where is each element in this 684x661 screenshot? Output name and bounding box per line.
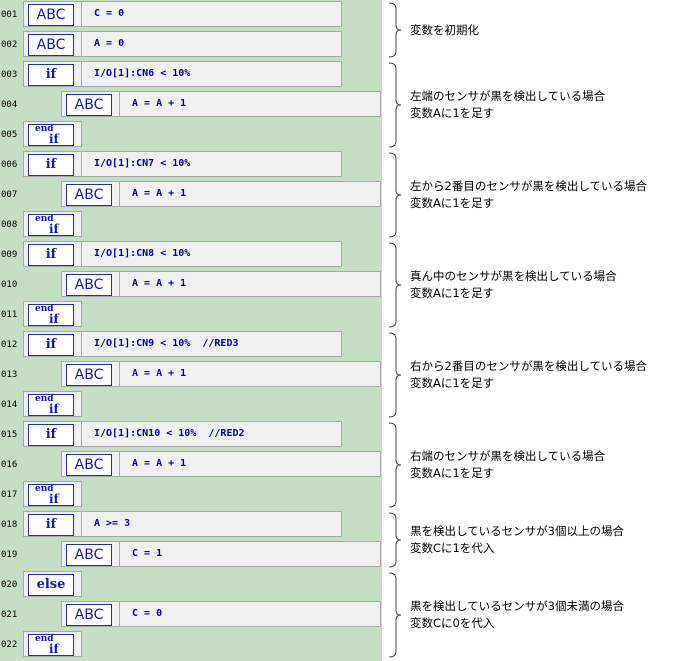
curly-brace	[388, 512, 402, 568]
annotation-line: 右から2番目のセンサが黒を検出している場合	[410, 359, 647, 373]
annotation-line: 黒を検出しているセンサが3個未満の場合	[410, 599, 624, 613]
annotation-line: 変数Aに1を足す	[410, 286, 495, 300]
annotation-line: 変数を初期化	[410, 23, 479, 37]
annotation-text: 左から2番目のセンサが黒を検出している場合 変数Aに1を足す	[410, 178, 647, 212]
curly-brace	[388, 332, 402, 418]
annotation-text: 左端のセンサが黒を検出している場合 変数Aに1を足す	[410, 88, 605, 122]
annotation-text: 黒を検出しているセンサが3個未満の場合 変数Cに0を代入	[410, 598, 624, 632]
annotation-text: 黒を検出しているセンサが3個以上の場合 変数Cに1を代入	[410, 523, 624, 557]
annotation-text: 真ん中のセンサが黒を検出している場合 変数Aに1を足す	[410, 268, 617, 302]
annotation-text: 右から2番目のセンサが黒を検出している場合 変数Aに1を足す	[410, 358, 647, 392]
annotation-text: 右端のセンサが黒を検出している場合 変数Aに1を足す	[410, 448, 605, 482]
annotation-line: 変数Aに1を足す	[410, 106, 495, 120]
curly-brace	[388, 62, 402, 148]
curly-brace	[388, 422, 402, 508]
curly-brace	[388, 152, 402, 238]
annotation-line: 変数Aに1を足す	[410, 376, 495, 390]
annotation-line: 左端のセンサが黒を検出している場合	[410, 89, 606, 103]
annotation-line: 変数Cに0を代入	[410, 616, 495, 630]
annotation-line: 真ん中のセンサが黒を検出している場合	[410, 269, 617, 283]
annotation-line: 変数Aに1を足す	[410, 466, 495, 480]
annotation-line: 左から2番目のセンサが黒を検出している場合	[410, 179, 647, 193]
annotation-text: 変数を初期化	[410, 22, 479, 39]
annotation-line: 黒を検出しているセンサが3個以上の場合	[410, 524, 624, 538]
annotation-line: 右端のセンサが黒を検出している場合	[410, 449, 606, 463]
annotation-line: 変数Aに1を足す	[410, 196, 495, 210]
curly-brace	[388, 2, 402, 58]
annotation-line: 変数Cに1を代入	[410, 541, 495, 555]
curly-brace	[388, 572, 402, 658]
curly-brace	[388, 242, 402, 328]
